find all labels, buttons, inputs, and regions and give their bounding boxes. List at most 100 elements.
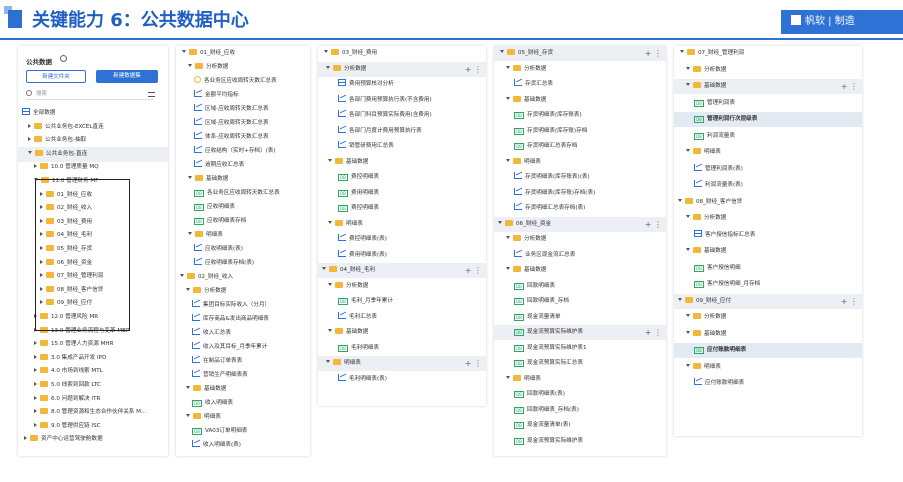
tree-row[interactable]: 基础数据 bbox=[318, 325, 486, 340]
tree-row[interactable]: 收入明细表(表) bbox=[176, 438, 310, 453]
tree-row[interactable]: 基础数据 bbox=[494, 263, 666, 278]
tree-row[interactable]: 在制品订单表表 bbox=[176, 354, 310, 369]
tree-row[interactable]: DB 现金流预算实际维护表1 bbox=[494, 341, 666, 356]
chevron-down-icon[interactable] bbox=[328, 220, 332, 224]
chevron-down-icon[interactable] bbox=[686, 66, 690, 70]
chevron-down-icon[interactable] bbox=[506, 96, 510, 100]
tree-row[interactable]: 03_财经_费用 bbox=[318, 46, 486, 61]
chevron-right-icon[interactable] bbox=[24, 436, 27, 441]
chevron-down-icon[interactable] bbox=[686, 248, 690, 251]
tree-row[interactable]: 毛利汇总表 bbox=[318, 310, 486, 325]
chevron-down-icon[interactable] bbox=[506, 236, 510, 239]
tree-row[interactable]: 存货明细表(库存账)存档(表) bbox=[494, 186, 666, 201]
tree-row[interactable]: 明细表 + ⋮ bbox=[318, 356, 486, 371]
tree-row[interactable]: DB VA03订单明细表 bbox=[176, 424, 310, 439]
tree-row[interactable]: 明细表 bbox=[494, 372, 666, 387]
tree-row[interactable]: 费用预算核对分析 bbox=[318, 77, 486, 92]
chevron-right-icon[interactable] bbox=[34, 409, 37, 414]
tree-row[interactable]: DB 收入明细表 bbox=[176, 396, 310, 411]
tree-row[interactable]: 基础数据 bbox=[176, 172, 310, 187]
tree-row[interactable]: DB 现金流量清单(表) bbox=[494, 418, 666, 433]
chevron-right-icon[interactable] bbox=[28, 137, 31, 142]
tree-row[interactable]: 区域-应收周转天数汇总表 bbox=[176, 116, 310, 131]
chevron-down-icon[interactable] bbox=[506, 375, 510, 379]
row-actions-icon[interactable]: + ⋮ bbox=[465, 62, 482, 77]
tree-row[interactable]: 应收明细表存档(表) bbox=[176, 256, 310, 271]
row-actions-icon[interactable]: + ⋮ bbox=[465, 263, 482, 278]
tree-row[interactable]: 各部门费用预算执行表(不含费用) bbox=[318, 93, 486, 108]
row-actions-icon[interactable]: + ⋮ bbox=[645, 217, 662, 232]
tree-row[interactable]: 各业务区应收周转天数汇总表 bbox=[176, 74, 310, 89]
chevron-right-icon[interactable] bbox=[34, 382, 37, 386]
chevron-down-icon[interactable] bbox=[324, 50, 328, 53]
search-input[interactable]: 搜索 bbox=[26, 88, 154, 100]
tree-row[interactable]: 明细表 bbox=[674, 360, 862, 375]
chevron-down-icon[interactable] bbox=[328, 158, 332, 162]
tree-row[interactable]: 费用明细表(表) bbox=[318, 248, 486, 263]
chevron-down-icon[interactable] bbox=[182, 50, 186, 53]
tree-row[interactable]: 资产中心运营驾驶舱数据 bbox=[18, 432, 168, 447]
tree-row[interactable]: 逾期应收汇总表 bbox=[176, 158, 310, 173]
tree-row[interactable]: 应付账款明细表 bbox=[674, 376, 862, 391]
tree-row[interactable]: 明细表 bbox=[176, 410, 310, 425]
tree-row[interactable]: 09_财经_应付 + ⋮ bbox=[674, 293, 862, 309]
tree-row[interactable]: DB 费控明细表 bbox=[318, 170, 486, 185]
tree-row[interactable]: 存货明细汇总表存档(表) bbox=[494, 201, 666, 216]
tree-row[interactable]: 明细表 bbox=[318, 217, 486, 232]
chevron-down-icon[interactable] bbox=[686, 330, 690, 334]
tree-row[interactable]: DB 管理利润行次层级表 bbox=[674, 112, 862, 127]
tree-row[interactable]: DB 各业务区应收周转天数汇总表 bbox=[176, 186, 310, 201]
row-actions-icon[interactable]: + ⋮ bbox=[645, 46, 662, 61]
tree-row[interactable]: 分析数据 bbox=[674, 63, 862, 78]
tree-row[interactable]: 基础数据 bbox=[674, 244, 862, 259]
tree-row[interactable]: DB 应付账款明细表 bbox=[674, 343, 862, 358]
chevron-right-icon[interactable] bbox=[28, 123, 31, 128]
tree-row[interactable]: DB 利润流量表 bbox=[674, 129, 862, 144]
row-actions-icon[interactable]: + ⋮ bbox=[841, 79, 858, 94]
tree-row[interactable]: 存货明细表(库存账表)(表) bbox=[494, 170, 666, 185]
tree-row[interactable]: DB 客户授信明细_月存档 bbox=[674, 277, 862, 292]
tree-row[interactable]: DB 应收明细表 bbox=[176, 200, 310, 215]
tree-row[interactable]: 各部门科目预算实际费用(含费用) bbox=[318, 108, 486, 123]
tree-row[interactable]: 销管研费用汇总表 bbox=[318, 139, 486, 154]
chevron-down-icon[interactable] bbox=[326, 360, 330, 363]
tree-row[interactable]: 客户授信指标汇总表 bbox=[674, 228, 862, 243]
tree-row[interactable]: 收入汇总表 bbox=[176, 326, 310, 341]
chevron-down-icon[interactable] bbox=[188, 232, 192, 235]
tree-row[interactable]: 分析数据 bbox=[494, 232, 666, 247]
chevron-down-icon[interactable] bbox=[326, 65, 330, 69]
chevron-down-icon[interactable] bbox=[498, 220, 502, 224]
tree-row[interactable]: 分析数据 bbox=[674, 211, 862, 226]
tree-row[interactable]: DB 现金流量清单 bbox=[494, 310, 666, 325]
tree-row[interactable]: DB 存货明细表(库存账表) bbox=[494, 108, 666, 123]
chevron-down-icon[interactable] bbox=[188, 64, 192, 67]
tree-row[interactable]: 库存商品&发出商品明细表 bbox=[176, 312, 310, 327]
sort-icon[interactable] bbox=[148, 92, 155, 97]
chevron-down-icon[interactable] bbox=[322, 267, 326, 270]
row-actions-icon[interactable]: + ⋮ bbox=[841, 294, 858, 309]
chevron-down-icon[interactable] bbox=[328, 329, 332, 332]
chevron-down-icon[interactable] bbox=[506, 65, 510, 69]
tree-row[interactable]: DB 存货明细汇总表存档 bbox=[494, 139, 666, 154]
tree-row[interactable]: 01_财经_应收 bbox=[176, 46, 310, 61]
tree-row[interactable]: 08_财经_客户信贷 bbox=[674, 195, 862, 210]
tree-row[interactable]: 分析数据 bbox=[674, 310, 862, 325]
tree-row[interactable]: 存货汇总表 bbox=[494, 77, 666, 92]
tree-row[interactable]: 金额平均指标 bbox=[176, 88, 310, 103]
tree-row[interactable]: 05_财经_存货 + ⋮ bbox=[494, 46, 666, 61]
tree-row[interactable]: 分析数据 bbox=[176, 60, 310, 75]
tree-row[interactable]: DB 存货明细表(库存账)存档 bbox=[494, 124, 666, 139]
tree-row[interactable]: 02_财经_收入 bbox=[176, 270, 310, 285]
chevron-right-icon[interactable] bbox=[34, 368, 37, 373]
tree-row[interactable]: DB 应收明细表存档 bbox=[176, 214, 310, 229]
chevron-down-icon[interactable] bbox=[686, 215, 690, 218]
tree-row[interactable]: 毛利明细表(表) bbox=[318, 372, 486, 387]
chevron-down-icon[interactable] bbox=[680, 50, 684, 53]
tree-row[interactable]: 基础数据 bbox=[176, 382, 310, 397]
tree-row[interactable]: 费控明细表(表) bbox=[318, 232, 486, 247]
tree-row[interactable]: 业务区现金流汇总表 bbox=[494, 248, 666, 263]
tree-row[interactable]: 管理利润表(表) bbox=[674, 162, 862, 177]
tree-row[interactable]: 基础数据 bbox=[674, 327, 862, 342]
chevron-down-icon[interactable] bbox=[686, 149, 690, 152]
row-actions-icon[interactable]: + ⋮ bbox=[465, 356, 482, 371]
